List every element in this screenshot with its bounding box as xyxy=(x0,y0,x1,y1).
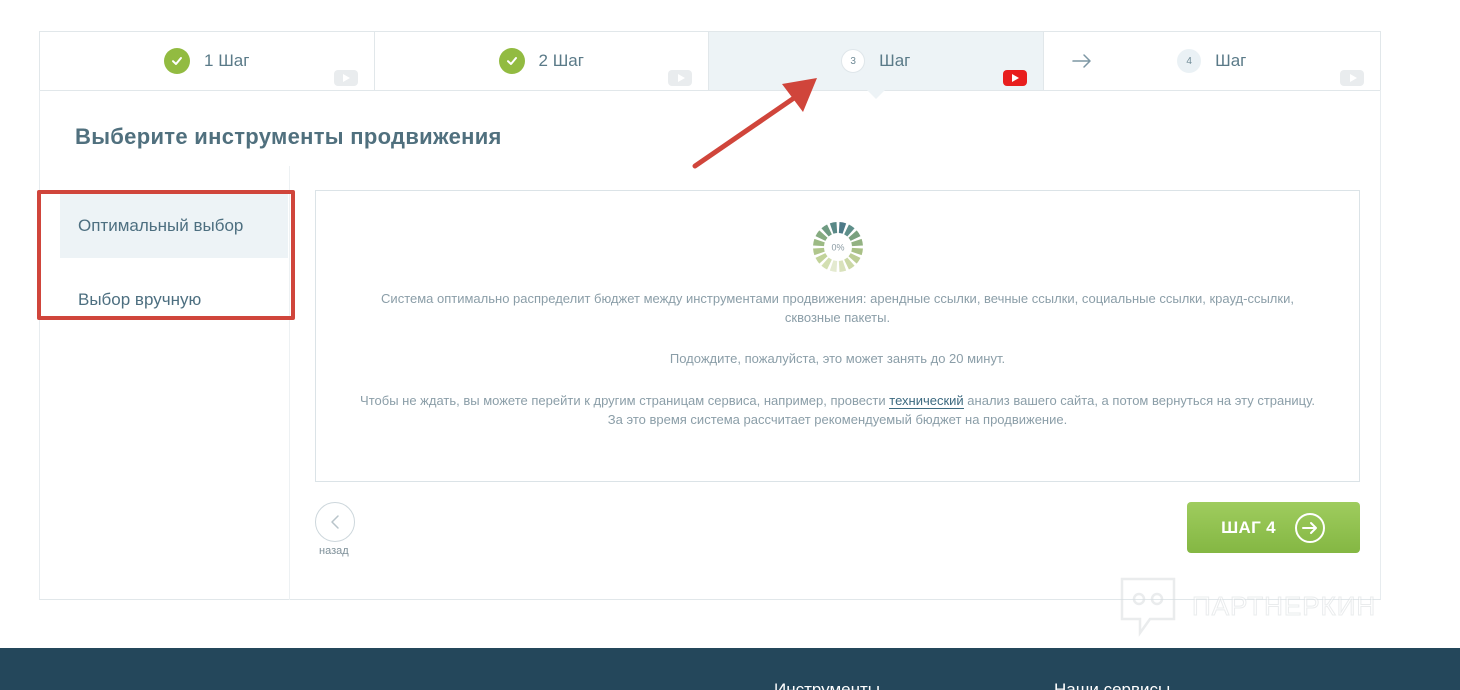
step-1-label: 1 Шаг xyxy=(204,51,250,70)
youtube-icon[interactable] xyxy=(1340,70,1364,86)
check-icon xyxy=(498,48,525,74)
loader-segment xyxy=(813,247,825,256)
step-2-label: 2 Шаг xyxy=(538,51,584,70)
step-3-number: 3 xyxy=(841,49,866,73)
chevron-left-icon xyxy=(331,515,339,529)
check-icon xyxy=(164,48,191,74)
highlight-frame xyxy=(37,190,295,320)
back-label: назад xyxy=(319,545,349,557)
youtube-icon[interactable] xyxy=(668,70,692,86)
technical-analysis-link[interactable]: технический xyxy=(889,393,964,409)
next-step-label: ШАГ 4 xyxy=(1221,517,1276,537)
arrow-right-icon xyxy=(1071,53,1092,74)
chat-bubble-icon xyxy=(1120,577,1176,637)
loader-segment xyxy=(829,260,838,272)
loader-segment xyxy=(838,260,847,272)
loader-segment xyxy=(851,238,863,247)
info-text-distribution: Система оптимально распределит бюджет ме… xyxy=(381,291,1294,325)
info-text-suggestion: Чтобы не ждать, вы можете перейти к друг… xyxy=(360,393,1315,427)
step-1-tab[interactable]: 1 Шаг xyxy=(40,32,375,90)
step-2-tab[interactable]: 2 Шаг xyxy=(375,32,709,90)
loader-segment xyxy=(851,247,863,256)
loader-segment xyxy=(829,222,838,234)
loader-segment xyxy=(813,238,825,247)
step-4-label: Шаг xyxy=(1215,51,1247,70)
next-step-button[interactable]: ШАГ 4 xyxy=(1187,502,1360,553)
watermark-logo: ПАРТНЕРКИН xyxy=(1118,575,1376,637)
step-4-number: 4 xyxy=(1177,49,1202,73)
youtube-icon[interactable] xyxy=(1002,70,1027,86)
page-title: Выберите инструменты продвижения xyxy=(75,124,502,149)
loader-segment xyxy=(838,222,847,234)
info-text-wait: Подождите, пожалуйста, это может занять … xyxy=(669,351,1006,366)
footer: Инструменты Наши сервисы xyxy=(0,648,1460,690)
watermark-text: ПАРТНЕРКИН xyxy=(1191,590,1377,621)
step-3-label: Шаг xyxy=(879,51,911,70)
progress-label: 0% xyxy=(831,243,844,253)
step-4-tab[interactable]: 4 Шаг xyxy=(1044,32,1381,90)
footer-services-heading[interactable]: Наши сервисы xyxy=(1054,680,1170,690)
arrow-circle-right-icon xyxy=(1294,512,1325,543)
footer-tools-heading[interactable]: Инструменты xyxy=(774,680,880,690)
annotation-arrow-icon xyxy=(692,78,817,169)
youtube-icon[interactable] xyxy=(333,70,358,86)
progress-loader: 0% xyxy=(813,222,863,272)
back-button[interactable] xyxy=(315,502,355,542)
